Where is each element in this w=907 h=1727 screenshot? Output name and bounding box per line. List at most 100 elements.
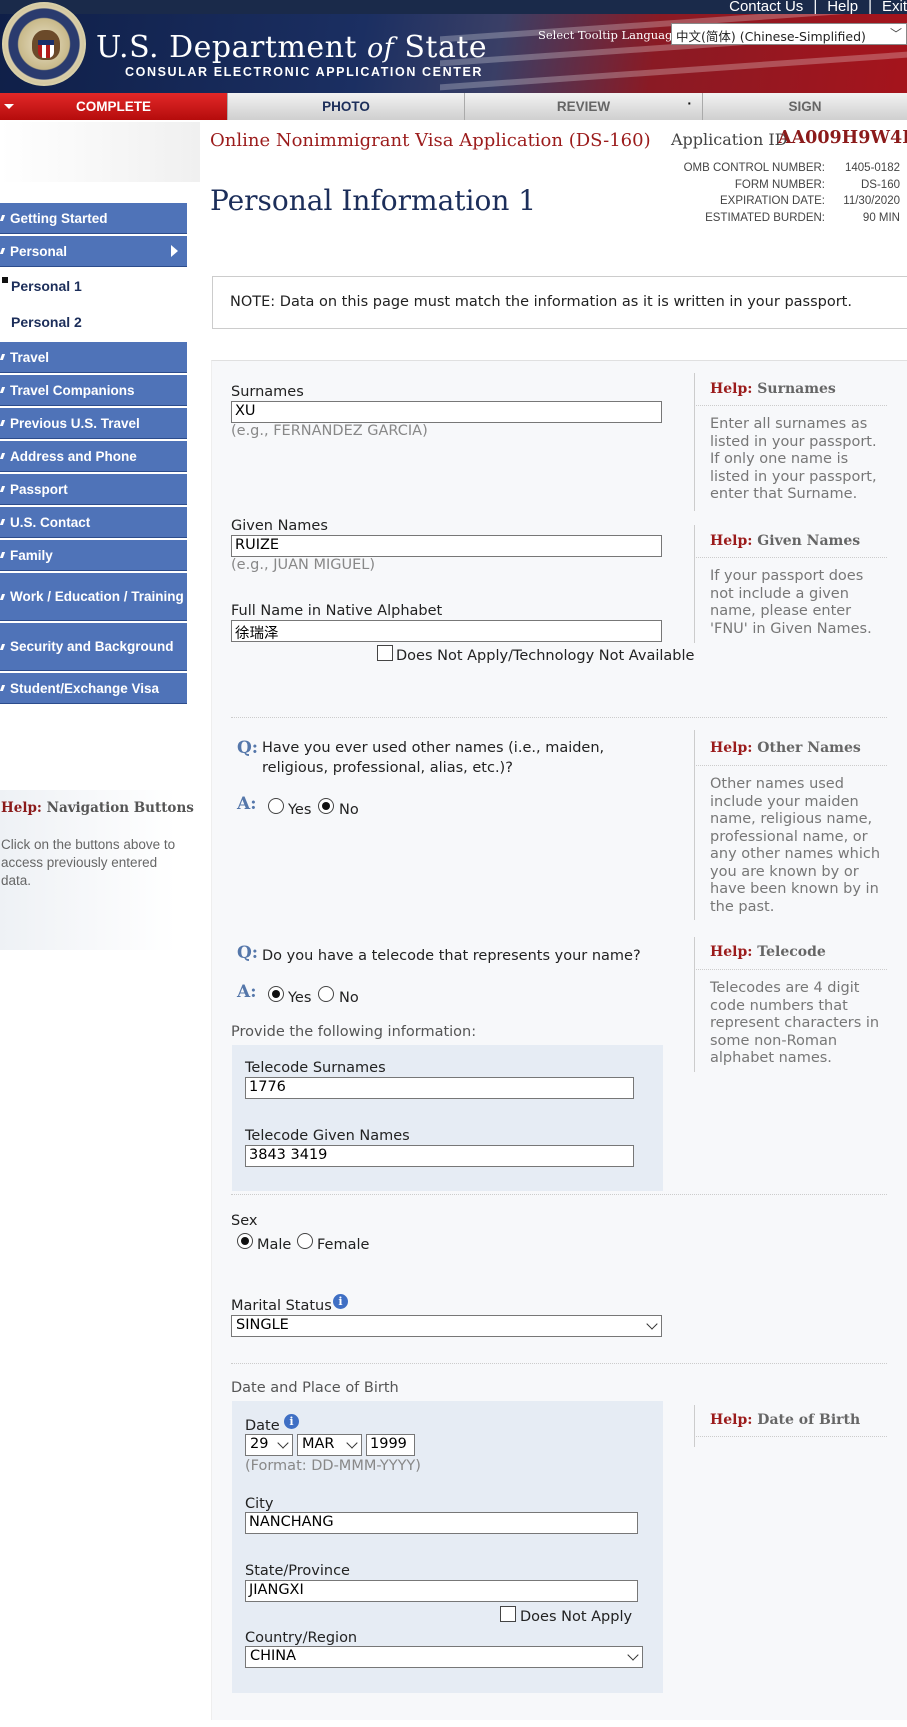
birth-state-input[interactable]: JIANGXI bbox=[245, 1580, 638, 1602]
passport-note: NOTE: Data on this page must match the i… bbox=[212, 276, 907, 329]
native-name-na-label: Does Not Apply/Technology Not Available bbox=[396, 648, 695, 664]
birth-state-label: State/Province bbox=[245, 1563, 350, 1579]
section-divider bbox=[231, 717, 887, 718]
help-divider bbox=[694, 1436, 887, 1437]
dob-format-hint: (Format: DD-MMM-YYYY) bbox=[245, 1458, 421, 1474]
sidebar-item-previous-us-travel[interactable]: Previous U.S. Travel bbox=[0, 408, 187, 439]
chevron-down-icon bbox=[627, 1649, 639, 1661]
telecode-help-text: Telecodes are 4 digit code numbers that … bbox=[710, 980, 880, 1066]
sex-female-label: Female bbox=[317, 1237, 370, 1253]
telecode-yes-radio[interactable] bbox=[268, 986, 284, 1002]
dob-section-label: Date and Place of Birth bbox=[231, 1380, 399, 1396]
other-names-no-label: No bbox=[339, 802, 359, 818]
given-names-hint: (e.g., JUAN MIGUEL) bbox=[231, 557, 376, 573]
other-names-help-text: Other names used include your maiden nam… bbox=[710, 776, 881, 915]
native-name-label: Full Name in Native Alphabet bbox=[231, 603, 443, 619]
answer-marker: A: bbox=[237, 982, 257, 1002]
sidebar-item-passport[interactable]: Passport bbox=[0, 474, 187, 505]
current-page-marker-icon bbox=[2, 277, 8, 283]
sidebar-subitem-personal-1[interactable]: Personal 1 bbox=[11, 278, 82, 294]
application-id-label: Application ID bbox=[671, 130, 788, 149]
native-name-na-checkbox[interactable] bbox=[377, 645, 393, 661]
page-title: Personal Information 1 bbox=[210, 184, 537, 217]
sidebar-item-getting-started[interactable]: Getting Started bbox=[0, 203, 187, 234]
tab-photo[interactable]: PHOTO bbox=[228, 93, 465, 120]
help-divider bbox=[694, 765, 887, 766]
sidebar-item-student-exchange[interactable]: Student/Exchange Visa bbox=[0, 673, 187, 704]
telecode-no-radio[interactable] bbox=[318, 986, 334, 1002]
sidebar-subitem-personal-2[interactable]: Personal 2 bbox=[11, 314, 82, 330]
surnames-input[interactable]: XU bbox=[231, 401, 662, 423]
help-divider bbox=[694, 405, 887, 406]
telecode-question: Do you have a telecode that represents y… bbox=[262, 948, 641, 964]
tab-complete[interactable]: COMPLETE bbox=[0, 93, 228, 120]
telecode-no-label: No bbox=[339, 990, 359, 1006]
sidebar-item-us-contact[interactable]: U.S. Contact bbox=[0, 507, 187, 538]
sidebar-item-family[interactable]: Family bbox=[0, 540, 187, 571]
exit-link[interactable]: Exit bbox=[872, 0, 907, 14]
tooltip-language-select[interactable]: 中文(简体) (Chinese-Simplified) ﹀ bbox=[671, 23, 907, 45]
sex-male-radio[interactable] bbox=[237, 1233, 253, 1249]
sidebar-item-work-education[interactable]: Work / Education / Training bbox=[0, 573, 187, 621]
dob-day-select[interactable]: 29 bbox=[245, 1434, 293, 1456]
help-divider bbox=[694, 969, 887, 970]
telecode-surnames-label: Telecode Surnames bbox=[245, 1060, 386, 1076]
birth-state-na-label: Does Not Apply bbox=[520, 1609, 633, 1625]
sidebar-item-personal[interactable]: Personal bbox=[0, 236, 187, 267]
sidebar-item-address-phone[interactable]: Address and Phone bbox=[0, 441, 187, 472]
sidebar-item-travel-companions[interactable]: Travel Companions bbox=[0, 375, 187, 406]
given-names-input[interactable]: RUIZE bbox=[231, 535, 662, 557]
native-name-input[interactable]: 徐瑞泽 bbox=[231, 620, 662, 642]
marital-status-select[interactable]: SINGLE bbox=[231, 1315, 662, 1337]
birth-state-na-checkbox[interactable] bbox=[500, 1606, 516, 1622]
arrow-right-icon bbox=[171, 245, 178, 257]
sex-label: Sex bbox=[231, 1213, 258, 1229]
telecode-yes-label: Yes bbox=[288, 990, 312, 1006]
dob-year-input[interactable]: 1999 bbox=[366, 1434, 415, 1456]
question-marker: Q: bbox=[237, 943, 259, 963]
dob-date-label: Date bbox=[245, 1418, 280, 1434]
tab-sign[interactable]: SIGN bbox=[703, 93, 907, 120]
chevron-down-icon bbox=[646, 1318, 658, 1330]
info-icon[interactable]: i bbox=[284, 1414, 299, 1429]
other-names-yes-radio[interactable] bbox=[268, 798, 284, 814]
state-department-seal-logo bbox=[2, 2, 86, 86]
marital-status-label: Marital Status bbox=[231, 1298, 332, 1314]
other-names-yes-label: Yes bbox=[288, 802, 312, 818]
contact-us-link[interactable]: Contact Us bbox=[719, 0, 813, 14]
tab-review[interactable]: REVIEW · bbox=[465, 93, 703, 120]
sidebar-item-security-background[interactable]: Security and Background bbox=[0, 623, 187, 671]
navigation-help-title: Help: Navigation Buttons bbox=[1, 800, 194, 816]
sex-female-radio[interactable] bbox=[297, 1233, 313, 1249]
other-names-no-radio[interactable] bbox=[318, 798, 334, 814]
given-names-label: Given Names bbox=[231, 518, 328, 534]
chevron-down-icon bbox=[346, 1437, 358, 1449]
sidebar-item-travel[interactable]: Travel bbox=[0, 342, 187, 373]
dob-month-select[interactable]: MAR bbox=[297, 1434, 362, 1456]
top-links: Contact Us | Help | Exit bbox=[719, 0, 907, 14]
tooltip-language-label: Select Tooltip Language bbox=[538, 28, 680, 42]
birth-country-label: Country/Region bbox=[245, 1630, 358, 1646]
department-title: U.S. Department of State bbox=[96, 30, 488, 65]
surnames-help-text: Enter all surnames as listed in your pas… bbox=[710, 416, 877, 502]
birth-city-input[interactable]: NANCHANG bbox=[245, 1512, 638, 1534]
telecode-provide-text: Provide the following information: bbox=[231, 1024, 477, 1040]
surnames-help-title: Help: Surnames bbox=[710, 381, 836, 397]
surnames-hint: (e.g., FERNANDEZ GARCIA) bbox=[231, 423, 428, 439]
info-icon[interactable]: i bbox=[333, 1294, 348, 1309]
surnames-label: Surnames bbox=[231, 384, 304, 400]
given-names-help-title: Help: Given Names bbox=[710, 533, 861, 549]
birth-country-select[interactable]: CHINA bbox=[245, 1646, 643, 1668]
telecode-given-input[interactable]: 3843 3419 bbox=[245, 1145, 634, 1167]
help-divider bbox=[694, 557, 887, 558]
telecode-help-title: Help: Telecode bbox=[710, 944, 826, 960]
progress-tabs: COMPLETE PHOTO REVIEW · SIGN bbox=[0, 93, 907, 120]
chevron-down-icon bbox=[277, 1437, 289, 1449]
other-names-question: Have you ever used other names (i.e., ma… bbox=[262, 740, 605, 776]
help-link[interactable]: Help bbox=[817, 0, 868, 14]
sex-male-label: Male bbox=[257, 1237, 292, 1253]
telecode-surnames-input[interactable]: 1776 bbox=[245, 1077, 634, 1099]
section-divider bbox=[231, 1194, 887, 1195]
ceac-subtitle: CONSULAR ELECTRONIC APPLICATION CENTER bbox=[125, 65, 484, 79]
question-marker: Q: bbox=[237, 738, 259, 758]
